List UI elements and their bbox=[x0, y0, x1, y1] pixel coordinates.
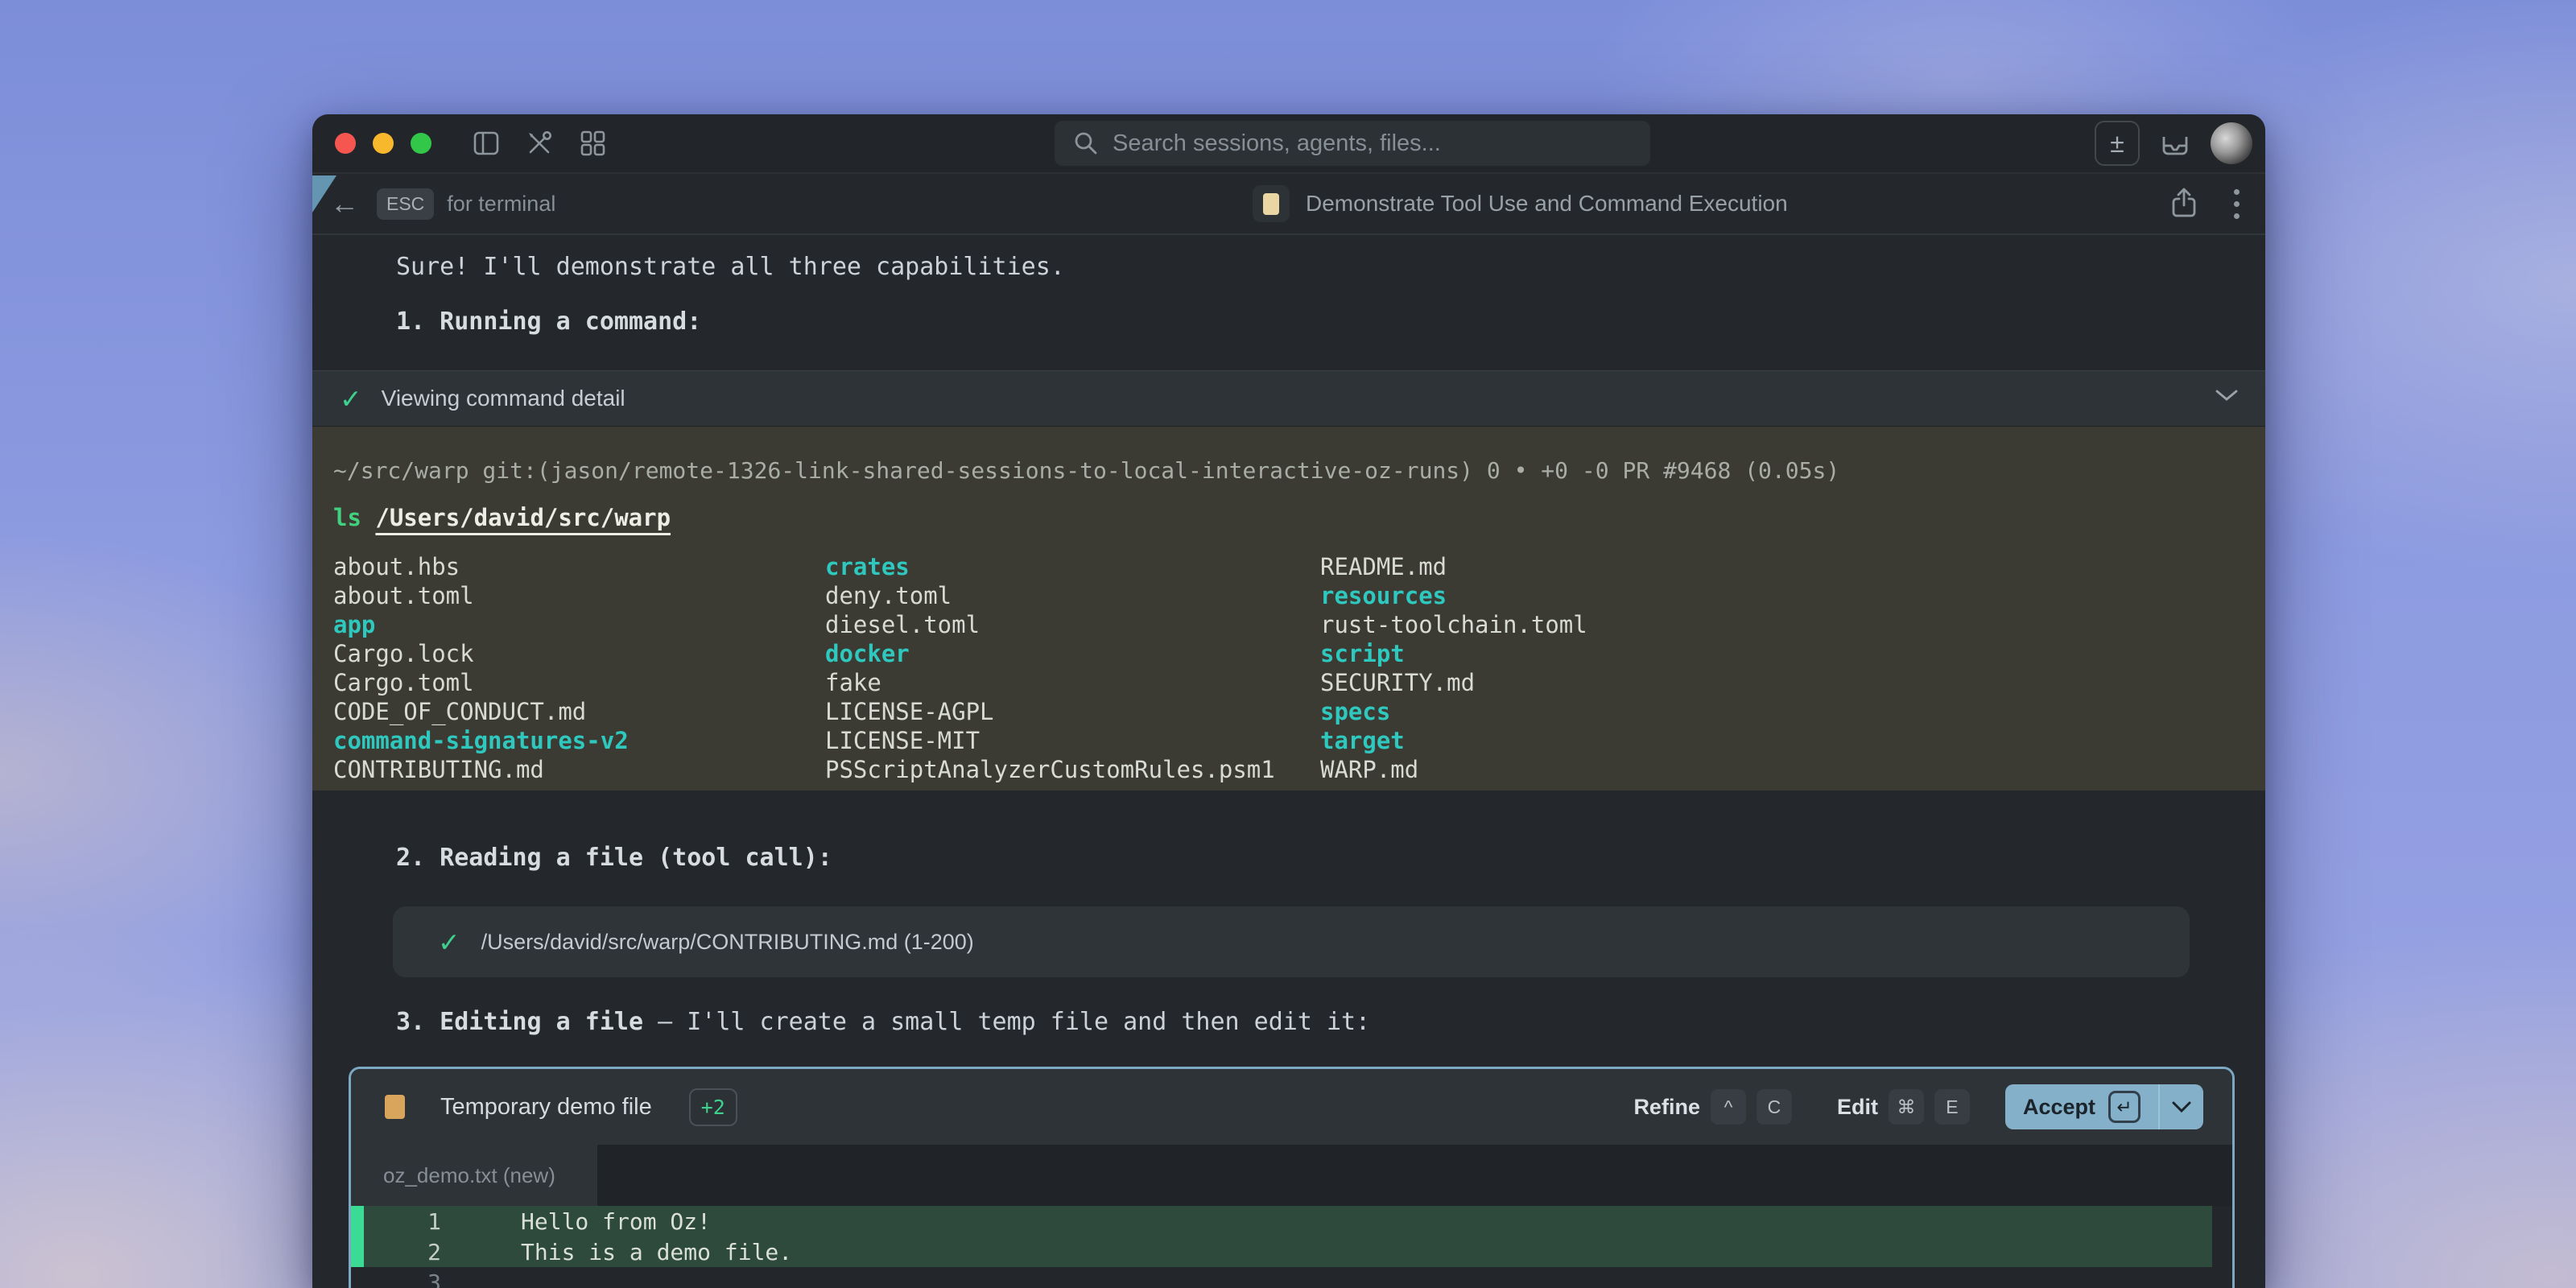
share-icon[interactable] bbox=[2166, 186, 2202, 221]
file-entry: SECURITY.md bbox=[1320, 668, 1587, 697]
edit-panel-title: Temporary demo file bbox=[440, 1094, 652, 1121]
file-entry: command-signatures-v2 bbox=[333, 726, 629, 755]
file-entry: Cargo.lock bbox=[333, 639, 629, 668]
code-line: 3 bbox=[351, 1267, 2232, 1288]
return-key-icon: ↵ bbox=[2108, 1091, 2140, 1123]
step-3-heading: 3. Editing a file — I'll create a small … bbox=[396, 1005, 1370, 1040]
file-entry: CODE_OF_CONDUCT.md bbox=[333, 697, 629, 726]
file-doc-icon bbox=[385, 1095, 405, 1119]
minimize-button[interactable] bbox=[373, 133, 394, 154]
code-line: 1 Hello from Oz! bbox=[351, 1206, 2212, 1236]
sidebar-toggle-icon[interactable] bbox=[470, 127, 502, 159]
more-menu-icon[interactable] bbox=[2231, 186, 2243, 222]
file-entry: CONTRIBUTING.md bbox=[333, 755, 629, 784]
added-lines-badge: +2 bbox=[689, 1088, 737, 1126]
file-entry: specs bbox=[1320, 697, 1587, 726]
file-entry: about.toml bbox=[333, 581, 629, 610]
listing-column-1: about.hbs about.toml app Cargo.lock Carg… bbox=[333, 552, 629, 784]
assistant-message: Sure! I'll demonstrate all three capabil… bbox=[396, 250, 1065, 285]
esc-hint-label: for terminal bbox=[447, 192, 555, 217]
file-entry: about.hbs bbox=[333, 552, 629, 581]
file-entry: target bbox=[1320, 726, 1587, 755]
tools-icon[interactable] bbox=[523, 127, 555, 159]
file-entry: LICENSE-AGPL bbox=[825, 697, 1275, 726]
command-detail-label: Viewing command detail bbox=[382, 386, 625, 411]
desktop-background: { "colors": { "accent_blue": "#7ca8c3", … bbox=[0, 0, 2576, 1288]
warp-window: ± ← ESC for terminal Demonstrate Tool Us… bbox=[312, 114, 2265, 1288]
ctrl-keycap: ^ bbox=[1711, 1089, 1746, 1125]
file-entry: app bbox=[333, 610, 629, 639]
terminal-output-block: ~/src/warp git:(jason/remote-1326-link-s… bbox=[312, 427, 2265, 791]
e-keycap: E bbox=[1934, 1089, 1970, 1125]
file-read-path: /Users/david/src/warp/CONTRIBUTING.md (1… bbox=[481, 930, 974, 955]
inbox-icon[interactable] bbox=[2157, 126, 2193, 161]
file-entry: LICENSE-MIT bbox=[825, 726, 1275, 755]
command-argument: /Users/david/src/warp bbox=[375, 504, 671, 531]
c-keycap: C bbox=[1757, 1089, 1792, 1125]
tab-oz-demo[interactable]: oz_demo.txt (new) bbox=[351, 1145, 597, 1206]
chevron-down-icon[interactable] bbox=[2215, 389, 2238, 402]
file-entry: script bbox=[1320, 639, 1587, 668]
code-line: 2 This is a demo file. bbox=[351, 1236, 2212, 1267]
file-entry: PSScriptAnalyzerCustomRules.psm1 bbox=[825, 755, 1275, 784]
edit-button[interactable]: Edit ⌘ E bbox=[1837, 1089, 1970, 1125]
file-entry: deny.toml bbox=[825, 581, 1275, 610]
code-area: 1 Hello from Oz! 2 This is a demo file. … bbox=[351, 1206, 2232, 1288]
accept-split-button: Accept ↵ bbox=[2005, 1084, 2203, 1129]
file-entry: README.md bbox=[1320, 552, 1587, 581]
command-detail-toggle[interactable]: ✓ Viewing command detail bbox=[312, 370, 2265, 427]
adjust-font-size-button[interactable]: ± bbox=[2095, 121, 2140, 166]
file-entry: rust-toolchain.toml bbox=[1320, 610, 1587, 639]
esc-key-badge: ESC bbox=[377, 188, 434, 220]
file-read-card[interactable]: ✓ /Users/david/src/warp/CONTRIBUTING.md … bbox=[393, 906, 2190, 977]
search-icon bbox=[1072, 130, 1100, 157]
edit-panel-header: Temporary demo file +2 Refine ^ C Edit ⌘… bbox=[351, 1069, 2232, 1145]
global-search[interactable] bbox=[1055, 121, 1650, 166]
session-doc-icon bbox=[1253, 185, 1290, 222]
traffic-lights bbox=[335, 133, 431, 154]
shell-prompt: ~/src/warp git:(jason/remote-1326-link-s… bbox=[333, 457, 1839, 484]
file-entry: diesel.toml bbox=[825, 610, 1275, 639]
edit-file-panel: Temporary demo file +2 Refine ^ C Edit ⌘… bbox=[349, 1067, 2235, 1288]
refine-button[interactable]: Refine ^ C bbox=[1633, 1089, 1792, 1125]
grid-view-icon[interactable] bbox=[576, 127, 609, 159]
back-arrow-icon[interactable]: ← bbox=[330, 189, 359, 218]
command-name: ls bbox=[333, 504, 361, 531]
editor-tab-bar: oz_demo.txt (new) bbox=[351, 1145, 2232, 1206]
file-entry: resources bbox=[1320, 581, 1587, 610]
check-icon: ✓ bbox=[438, 929, 460, 956]
check-icon: ✓ bbox=[340, 386, 362, 412]
plus-minus-icon: ± bbox=[2110, 129, 2124, 159]
session-title: Demonstrate Tool Use and Command Executi… bbox=[1306, 191, 1788, 217]
file-entry: fake bbox=[825, 668, 1275, 697]
titlebar: ± bbox=[312, 114, 2265, 172]
avatar[interactable] bbox=[2211, 122, 2252, 164]
file-entry: crates bbox=[825, 552, 1275, 581]
listing-column-3: README.md resources rust-toolchain.toml … bbox=[1320, 552, 1587, 784]
accept-options-chevron[interactable] bbox=[2160, 1084, 2203, 1129]
cmd-keycap: ⌘ bbox=[1889, 1089, 1924, 1125]
file-entry: docker bbox=[825, 639, 1275, 668]
close-button[interactable] bbox=[335, 133, 356, 154]
accept-button[interactable]: Accept ↵ bbox=[2005, 1084, 2158, 1129]
step-2-heading: 2. Reading a file (tool call): bbox=[396, 840, 832, 876]
command-line: ls /Users/david/src/warp bbox=[333, 504, 671, 531]
session-navbar: ← ESC for terminal Demonstrate Tool Use … bbox=[312, 172, 2265, 235]
step-1-heading: 1. Running a command: bbox=[396, 304, 701, 340]
maximize-button[interactable] bbox=[411, 133, 431, 154]
file-entry: WARP.md bbox=[1320, 755, 1587, 784]
file-entry: Cargo.toml bbox=[333, 668, 629, 697]
listing-column-2: crates deny.toml diesel.toml docker fake… bbox=[825, 552, 1275, 784]
search-input[interactable] bbox=[1113, 130, 1633, 157]
